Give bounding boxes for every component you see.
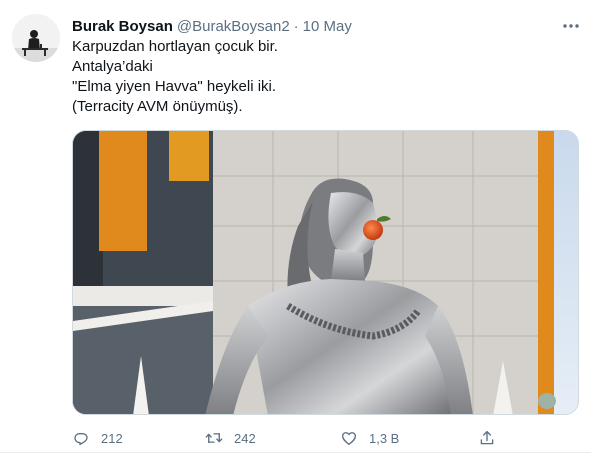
tweet-text-line: (Terracity AVM önüymüş). — [72, 98, 243, 115]
tweet-date[interactable]: 10 May — [303, 18, 352, 35]
retweet-count: 242 — [234, 430, 256, 446]
avatar[interactable] — [12, 14, 60, 62]
heart-icon — [341, 432, 357, 446]
tweet[interactable]: Burak Boysan @BurakBoysan2 · 10 May Karp… — [0, 0, 591, 453]
retweet-button[interactable]: 242 — [205, 428, 256, 448]
share-button[interactable] — [478, 428, 496, 448]
reply-count: 212 — [101, 430, 123, 446]
retweet-icon — [205, 432, 223, 444]
separator-dot: · — [293, 17, 299, 35]
tweet-text: Karpuzdan hortlayan çocuk bir. Antalya’d… — [72, 37, 572, 117]
statue-photo-icon — [73, 131, 578, 414]
like-count: 1,3 B — [369, 430, 400, 446]
tweet-image[interactable] — [72, 130, 579, 415]
more-icon[interactable] — [561, 16, 581, 36]
author-name[interactable]: Burak Boysan — [72, 18, 173, 35]
tweet-text-line: Antalya’daki — [72, 58, 153, 75]
share-icon — [480, 430, 494, 445]
tweet-header: Burak Boysan @BurakBoysan2 · 10 May — [72, 15, 352, 37]
like-button[interactable]: 1,3 B — [340, 428, 399, 448]
reply-icon — [74, 432, 88, 446]
tweet-text-line: "Elma yiyen Havva" heykeli iki. — [72, 78, 277, 95]
tweet-actions: 212 242 1,3 B — [72, 428, 572, 448]
author-handle[interactable]: @BurakBoysan2 — [177, 18, 290, 35]
tweet-text-line: Karpuzdan hortlayan çocuk bir. — [72, 38, 278, 55]
reply-button[interactable]: 212 — [72, 428, 123, 448]
person-silhouette-avatar-icon — [12, 14, 60, 62]
